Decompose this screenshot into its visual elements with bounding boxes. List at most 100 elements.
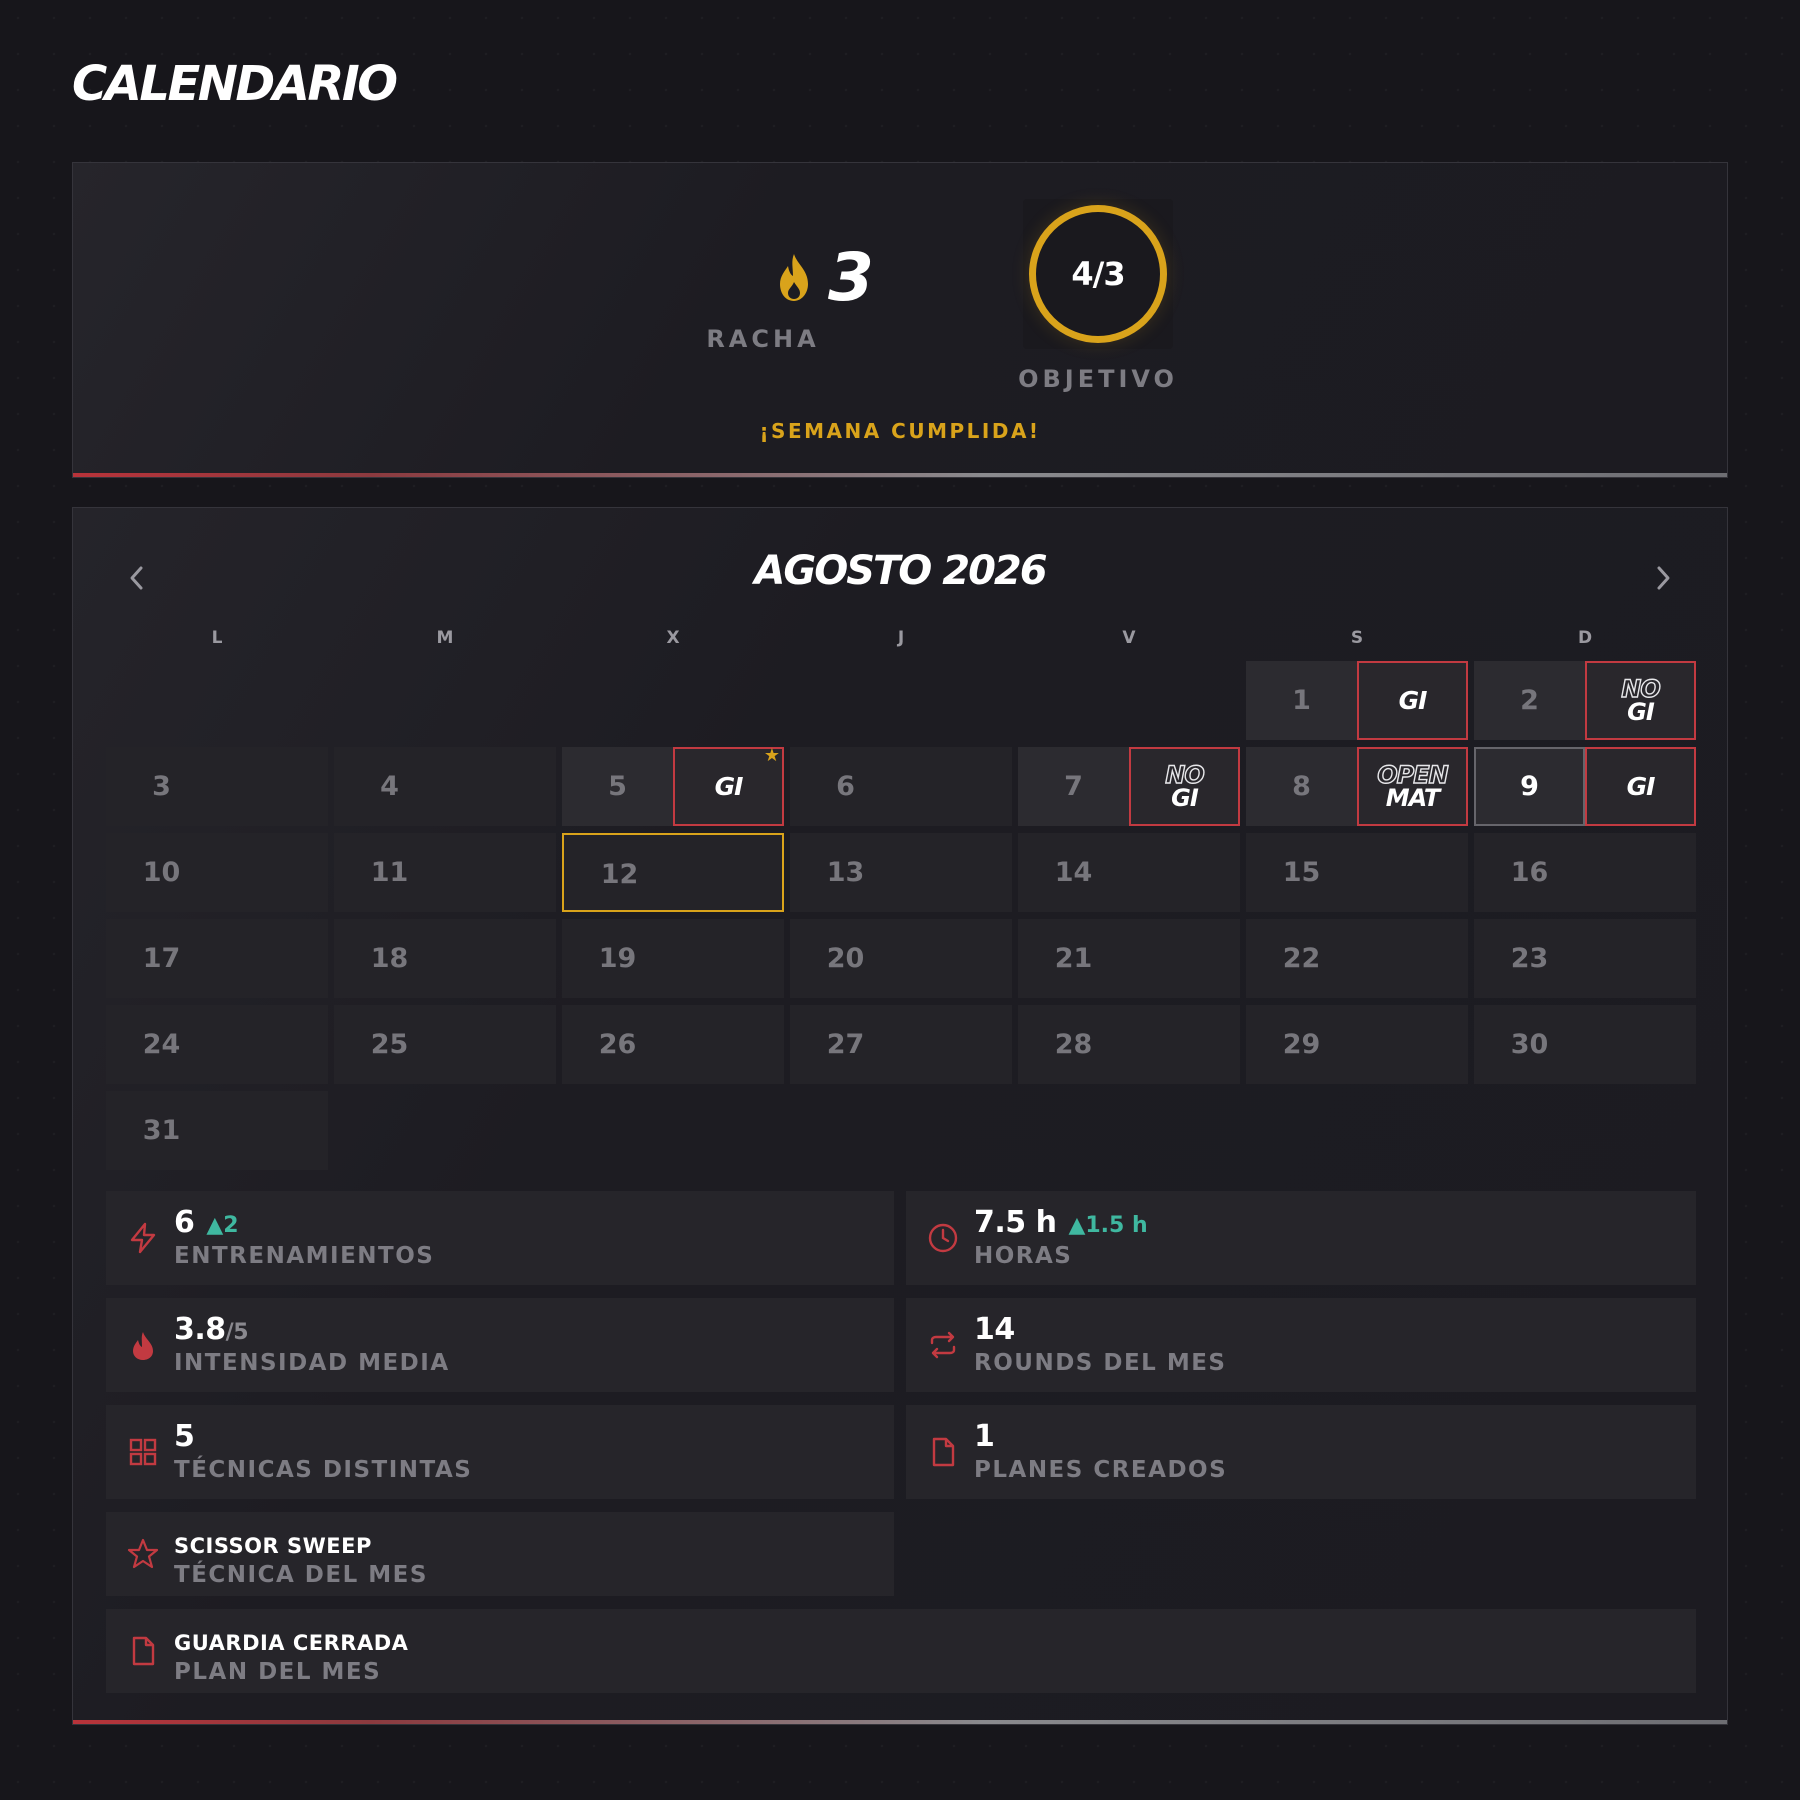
day-number: 7 bbox=[1018, 747, 1129, 826]
day-number: 27 bbox=[826, 1029, 865, 1060]
stat-label: TÉCNICA DEL MES bbox=[174, 1562, 428, 1588]
day-number: 17 bbox=[142, 943, 181, 974]
day-number: 11 bbox=[370, 857, 409, 888]
day-number: 25 bbox=[370, 1029, 409, 1060]
calendar-day[interactable]: 19 bbox=[562, 919, 784, 998]
stat-label: HORAS bbox=[974, 1243, 1073, 1269]
day-number: 13 bbox=[826, 857, 865, 888]
lightning-icon bbox=[130, 1222, 156, 1254]
calendar-day[interactable]: 10 bbox=[106, 833, 328, 912]
weekday-label: V bbox=[1122, 628, 1136, 648]
day-number: 8 bbox=[1246, 747, 1357, 826]
calendar-day[interactable]: 7 NO GI bbox=[1018, 747, 1240, 826]
stat-value: GUARDIA CERRADA bbox=[174, 1631, 409, 1655]
day-number: 6 bbox=[836, 771, 855, 802]
day-number: 3 bbox=[152, 771, 171, 802]
day-number: 15 bbox=[1282, 857, 1321, 888]
stat-plan-of-month: GUARDIA CERRADA PLAN DEL MES bbox=[106, 1609, 1696, 1693]
calendar-day[interactable]: 17 bbox=[106, 919, 328, 998]
session-type-badge[interactable]: GI bbox=[1357, 661, 1468, 740]
calendar-day[interactable]: 26 bbox=[562, 1005, 784, 1084]
session-type-badge[interactable]: NO GI bbox=[1585, 661, 1696, 740]
day-number: 2 bbox=[1474, 661, 1585, 740]
session-type-badge[interactable]: NO GI bbox=[1129, 747, 1240, 826]
calendar-day[interactable]: 14 bbox=[1018, 833, 1240, 912]
calendar-day[interactable]: 5 GI ★ bbox=[562, 746, 784, 826]
streak-value: 3 bbox=[828, 239, 874, 316]
goal-label: OBJETIVO bbox=[1018, 365, 1178, 393]
session-type-badge[interactable]: OPEN MAT bbox=[1357, 747, 1468, 826]
calendar-day[interactable]: 31 bbox=[106, 1091, 328, 1170]
day-number: 4 bbox=[380, 771, 399, 802]
calendar-day[interactable]: 24 bbox=[106, 1005, 328, 1084]
panel-accent-line bbox=[73, 1720, 1727, 1724]
calendar-day[interactable]: 16 bbox=[1474, 833, 1696, 912]
day-number: 12 bbox=[600, 859, 639, 890]
goal-block: 4/3 OBJETIVO bbox=[943, 199, 1253, 393]
stat-rounds: 14 ROUNDS DEL MES bbox=[906, 1298, 1696, 1392]
calendar-day[interactable]: 4 bbox=[334, 747, 556, 826]
repeat-icon bbox=[930, 1331, 956, 1359]
month-title: AGOSTO 2026 bbox=[754, 548, 1047, 594]
weekday-label: D bbox=[1577, 628, 1593, 648]
session-type-label: GI bbox=[1626, 771, 1656, 801]
calendar-day[interactable]: 27 bbox=[790, 1005, 1012, 1084]
calendar-day[interactable]: 11 bbox=[334, 833, 556, 912]
stat-value: 5 bbox=[174, 1419, 195, 1454]
stat-delta: ▲1.5 h bbox=[1068, 1213, 1148, 1238]
stat-value: SCISSOR SWEEP bbox=[174, 1534, 372, 1558]
calendar-day[interactable]: 6 bbox=[790, 747, 1012, 826]
day-number: 28 bbox=[1054, 1029, 1093, 1060]
calendar-day[interactable]: 9 GI bbox=[1474, 747, 1696, 826]
stat-label: PLAN DEL MES bbox=[174, 1659, 382, 1685]
stat-label: INTENSIDAD MEDIA bbox=[174, 1350, 450, 1376]
stat-label: TÉCNICAS DISTINTAS bbox=[174, 1457, 473, 1483]
streak-block: 3 RACHA bbox=[693, 239, 953, 354]
day-number: 29 bbox=[1282, 1029, 1321, 1060]
day-number: 1 bbox=[1246, 661, 1357, 740]
session-type-badge[interactable]: GI bbox=[1585, 747, 1696, 826]
day-number: 18 bbox=[370, 943, 409, 974]
session-type-label: GI bbox=[1171, 783, 1199, 812]
session-type-badge[interactable]: GI ★ bbox=[673, 746, 784, 826]
calendar-day[interactable]: 20 bbox=[790, 919, 1012, 998]
stat-techniques: 5 TÉCNICAS DISTINTAS bbox=[106, 1405, 894, 1499]
calendar-day[interactable]: 8 OPEN MAT bbox=[1246, 747, 1468, 826]
document-icon bbox=[932, 1437, 955, 1467]
calendar-day[interactable]: 15 bbox=[1246, 833, 1468, 912]
calendar-day[interactable]: 13 bbox=[790, 833, 1012, 912]
stat-technique-of-month: SCISSOR SWEEP TÉCNICA DEL MES bbox=[106, 1512, 894, 1596]
chevron-right-icon[interactable] bbox=[1645, 558, 1681, 598]
page-title: CALENDARIO bbox=[72, 56, 398, 112]
stat-intensity: 3.8/5 INTENSIDAD MEDIA bbox=[106, 1298, 894, 1392]
calendar-day[interactable]: 28 bbox=[1018, 1005, 1240, 1084]
day-number: 16 bbox=[1510, 857, 1549, 888]
calendar-day[interactable]: 22 bbox=[1246, 919, 1468, 998]
calendar-day[interactable]: 12 bbox=[562, 833, 784, 912]
day-number: 20 bbox=[826, 943, 865, 974]
weekday-label: S bbox=[1350, 628, 1364, 648]
stat-value: 1 bbox=[974, 1419, 995, 1454]
calendar-day[interactable]: 18 bbox=[334, 919, 556, 998]
calendar-day[interactable]: 29 bbox=[1246, 1005, 1468, 1084]
day-number: 26 bbox=[598, 1029, 637, 1060]
flame-icon bbox=[133, 1332, 153, 1360]
weekday-label: L bbox=[211, 628, 223, 648]
calendar-day[interactable]: 30 bbox=[1474, 1005, 1696, 1084]
calendar-day[interactable]: 1 GI bbox=[1246, 661, 1468, 740]
star-icon bbox=[127, 1538, 159, 1569]
document-icon bbox=[132, 1636, 155, 1666]
session-type-label: GI bbox=[1627, 697, 1655, 726]
calendar-day[interactable]: 23 bbox=[1474, 919, 1696, 998]
goal-progress-ring: 4/3 bbox=[1023, 199, 1173, 349]
calendar-day[interactable]: 3 bbox=[106, 747, 328, 826]
stat-label: PLANES CREADOS bbox=[974, 1457, 1228, 1483]
stat-delta: ▲2 bbox=[206, 1213, 239, 1238]
calendar-day[interactable]: 25 bbox=[334, 1005, 556, 1084]
day-number: 24 bbox=[142, 1029, 181, 1060]
calendar-day[interactable]: 21 bbox=[1018, 919, 1240, 998]
week-complete-message: ¡SEMANA CUMPLIDA! bbox=[759, 419, 1041, 443]
stat-value: 7.5 h ▲1.5 h bbox=[974, 1205, 1148, 1240]
calendar-day[interactable]: 2 NO GI bbox=[1474, 661, 1696, 740]
day-number: 19 bbox=[598, 943, 637, 974]
